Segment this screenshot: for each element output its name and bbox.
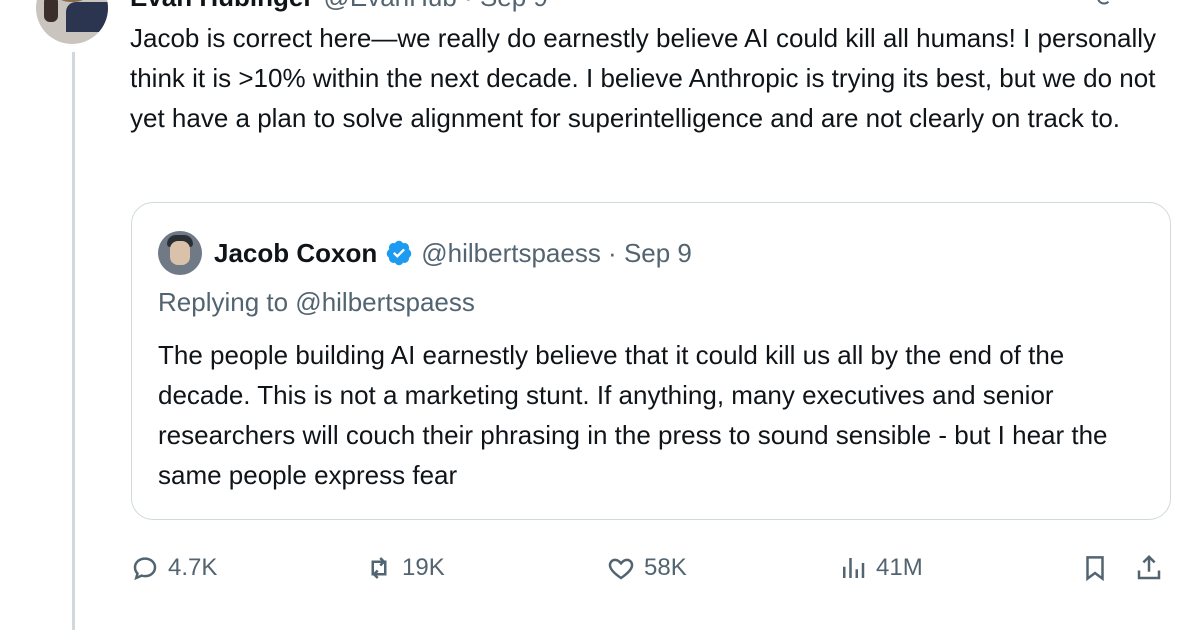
verified-badge-icon xyxy=(387,240,412,266)
views-count: 41M xyxy=(876,554,923,581)
bar-chart-icon xyxy=(843,558,865,578)
tweet-text: Jacob is correct here—we really do earne… xyxy=(130,23,1157,133)
like-button[interactable]: 58K xyxy=(606,548,687,588)
like-count: 58K xyxy=(644,554,687,581)
comment-icon xyxy=(133,557,157,581)
quoted-tweet-header: Jacob Coxon @hilbertspaess · Sep 9 xyxy=(214,235,692,271)
quoted-tweet-card[interactable]: Jacob Coxon @hilbertspaess · Sep 9 Reply… xyxy=(131,202,1171,520)
author-avatar[interactable] xyxy=(36,0,108,44)
quoted-author-name[interactable]: Jacob Coxon xyxy=(214,238,377,269)
reply-count: 4.7K xyxy=(168,554,218,581)
views-button[interactable]: 41M xyxy=(838,548,923,588)
bookmark-button[interactable] xyxy=(1080,548,1118,588)
quoted-author-avatar[interactable] xyxy=(158,231,202,275)
share-icon xyxy=(1137,554,1161,580)
share-button[interactable] xyxy=(1134,548,1172,588)
replying-to-label: Replying to @hilbertspaess xyxy=(158,287,475,317)
author-handle[interactable]: @EvanHub · Sep 9 xyxy=(323,0,547,12)
repost-icon xyxy=(371,557,387,579)
reply-button[interactable]: 4.7K xyxy=(130,548,217,588)
tweet-actions: 4.7K 19K 58K 41M xyxy=(130,548,1170,588)
repost-icon: ⟳ xyxy=(1096,0,1116,13)
quoted-tweet-text: The people building AI earnestly believe… xyxy=(158,340,1108,490)
tweet-header: Evan Hubinger @EvanHub · Sep 9 xyxy=(130,0,548,12)
quoted-author-handle[interactable]: @hilbertspaess · Sep 9 xyxy=(421,238,692,269)
thread-line xyxy=(72,52,75,630)
repost-button[interactable]: 19K xyxy=(364,548,445,588)
repost-count: 19K xyxy=(402,554,445,581)
author-name[interactable]: Evan Hubinger xyxy=(130,0,313,12)
heart-icon xyxy=(608,558,634,580)
bookmark-icon xyxy=(1086,556,1104,582)
